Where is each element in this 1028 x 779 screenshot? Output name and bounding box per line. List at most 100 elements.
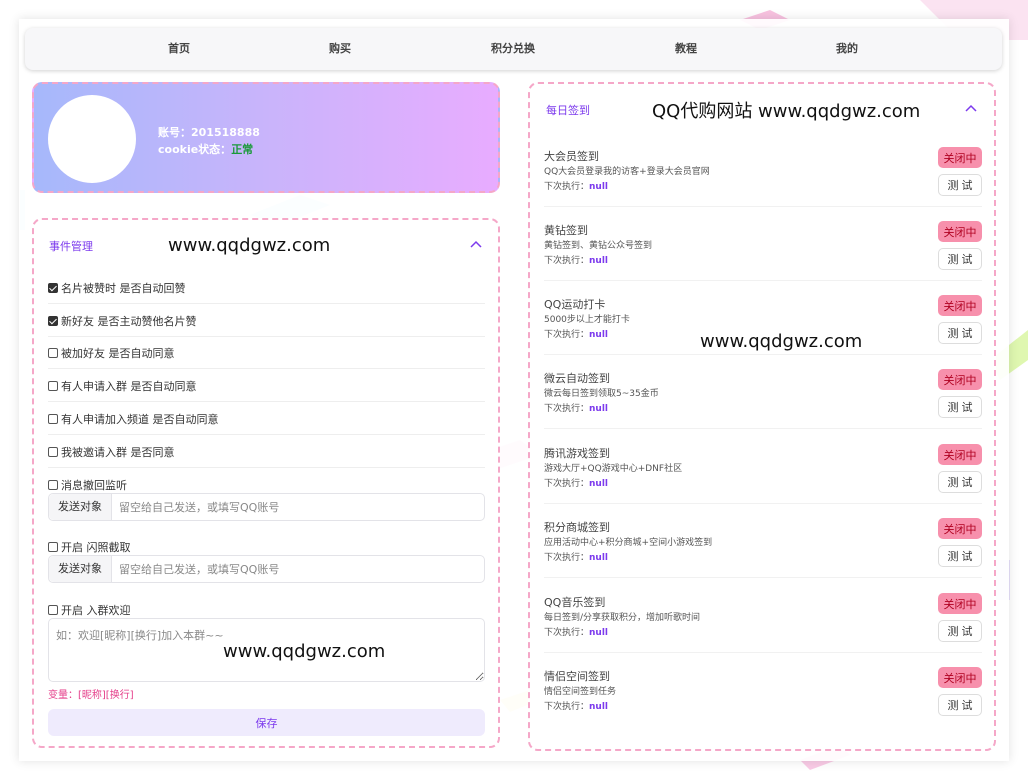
- divider: [544, 577, 982, 578]
- test-button[interactable]: 测试: [938, 471, 982, 493]
- checkbox[interactable]: [48, 347, 58, 358]
- checkbox[interactable]: [48, 480, 58, 490]
- flash-target-group: 发送对象: [48, 555, 485, 583]
- task-next-run: 下次执行：null: [544, 401, 608, 414]
- checkbox[interactable]: [48, 380, 58, 391]
- task-next-value: null: [589, 628, 608, 638]
- account-line: 账号：201518888: [158, 124, 260, 140]
- task-next-run: 下次执行：null: [544, 253, 608, 266]
- task-name: 情侣空间签到: [544, 670, 610, 683]
- task-next-value: null: [589, 404, 608, 414]
- task-next-label: 下次执行：: [544, 702, 590, 712]
- option-auto-accept-group-join[interactable]: 有人申请入群 是否自动同意: [48, 370, 485, 402]
- task-next-run: 下次执行：null: [544, 179, 608, 192]
- option-auto-like-back[interactable]: 名片被赞时 是否自动回赞: [48, 272, 485, 304]
- test-button[interactable]: 测试: [938, 174, 982, 196]
- toggle-status-button[interactable]: 关闭中: [938, 518, 982, 539]
- nav-home[interactable]: 首页: [168, 28, 190, 70]
- divider: [544, 652, 982, 653]
- task-next-label: 下次执行：: [544, 553, 590, 563]
- nav-buy[interactable]: 购买: [329, 28, 351, 70]
- chevron-up-icon[interactable]: [469, 239, 483, 249]
- task-name: 大会员签到: [544, 150, 599, 163]
- save-button[interactable]: 保存: [48, 709, 485, 736]
- task-next-run: 下次执行：null: [544, 625, 608, 638]
- option-auto-accept-channel-join[interactable]: 有人申请加入频道 是否自动同意: [48, 403, 485, 435]
- checkbox[interactable]: [48, 605, 58, 615]
- task-description: 5000步以上才能打卡: [544, 315, 630, 325]
- checkbox-checked[interactable]: [48, 315, 58, 326]
- flash-target-label: 发送对象: [49, 556, 112, 582]
- recall-target-group: 发送对象: [48, 493, 485, 521]
- task-next-value: null: [589, 479, 608, 489]
- task-next-label: 下次执行：: [544, 479, 590, 489]
- option-like-new-friend[interactable]: 新好友 是否主动赞他名片赞: [48, 305, 485, 337]
- task-next-label: 下次执行：: [544, 404, 590, 414]
- checkbox-checked[interactable]: [48, 282, 58, 293]
- task-next-label: 下次执行：: [544, 256, 590, 266]
- test-button[interactable]: 测试: [938, 545, 982, 567]
- task-next-value: null: [589, 702, 608, 712]
- option-auto-accept-friend[interactable]: 被加好友 是否自动同意: [48, 337, 485, 369]
- task-description: 每日签到/分享获取积分，增加听歌时间: [544, 613, 701, 623]
- variables-hint: 变量：[昵称][换行]: [48, 690, 134, 701]
- task-next-label: 下次执行：: [544, 628, 590, 638]
- task-name: QQ音乐签到: [544, 596, 606, 609]
- event-management-card: 事件管理 名片被赞时 是否自动回赞 新好友 是否主动赞他名片赞 被加好友 是否自…: [32, 218, 500, 748]
- checkbox[interactable]: [48, 542, 58, 552]
- task-next-run: 下次执行：null: [544, 550, 608, 563]
- watermark-text: www.qqdgwz.com: [223, 641, 386, 662]
- top-nav: 首页 购买 积分兑换 教程 我的: [25, 28, 1002, 70]
- task-name: 腾讯游戏签到: [544, 447, 610, 460]
- toggle-status-button[interactable]: 关闭中: [938, 444, 982, 465]
- account-label: 账号：: [158, 126, 191, 139]
- cookie-status-line: cookie状态：正常: [158, 141, 253, 157]
- nav-mine[interactable]: 我的: [836, 28, 858, 70]
- task-next-value: null: [589, 330, 608, 340]
- task-next-value: null: [589, 256, 608, 266]
- test-button[interactable]: 测试: [938, 248, 982, 270]
- task-next-value: null: [589, 182, 608, 192]
- watermark-text: www.qqdgwz.com: [700, 331, 863, 352]
- nav-points-exchange[interactable]: 积分兑换: [491, 28, 535, 70]
- option-accept-group-invite[interactable]: 我被邀请入群 是否同意: [48, 436, 485, 468]
- task-description: 应用活动中心+积分商城+空间小游戏签到: [544, 538, 713, 548]
- divider: [544, 428, 982, 429]
- flash-target-input[interactable]: [112, 556, 484, 582]
- task-description: QQ大会员登录我的访客+登录大会员官网: [544, 167, 710, 177]
- test-button[interactable]: 测试: [938, 322, 982, 344]
- task-name: 黄钻签到: [544, 224, 588, 237]
- recall-target-label: 发送对象: [49, 494, 112, 520]
- test-button[interactable]: 测试: [938, 620, 982, 642]
- event-management-title: 事件管理: [49, 240, 93, 253]
- recall-target-input[interactable]: [112, 494, 484, 520]
- test-button[interactable]: 测试: [938, 396, 982, 418]
- task-row: 大会员签到 QQ大会员登录我的访客+登录大会员官网 下次执行：null 关闭中测试: [544, 147, 982, 218]
- checkbox[interactable]: [48, 446, 58, 457]
- task-row: 积分商城签到 应用活动中心+积分商城+空间小游戏签到 下次执行：null 关闭中 测试: [544, 518, 982, 589]
- toggle-status-button[interactable]: 关闭中: [938, 147, 982, 168]
- toggle-status-button[interactable]: 关闭中: [938, 593, 982, 614]
- task-next-run: 下次执行：null: [544, 327, 608, 340]
- chevron-up-icon[interactable]: [964, 103, 978, 113]
- profile-card: 账号：201518888 cookie状态：正常: [32, 82, 500, 193]
- daily-signin-title: 每日签到: [546, 104, 590, 117]
- toggle-status-button[interactable]: 关闭中: [938, 295, 982, 316]
- toggle-status-button[interactable]: 关闭中: [938, 221, 982, 242]
- divider: [544, 206, 982, 207]
- toggle-status-button[interactable]: 关闭中: [938, 369, 982, 390]
- nav-tutorial[interactable]: 教程: [675, 28, 697, 70]
- task-description: 微云每日签到领取5~35金币: [544, 389, 659, 399]
- task-row: 微云自动签到 微云每日签到领取5~35金币 下次执行：null 关闭中 测试: [544, 369, 982, 440]
- checkbox[interactable]: [48, 413, 58, 424]
- task-row: 腾讯游戏签到游戏大厅+QQ游戏中心+DNF社区 下次执行：null 关闭中测试: [544, 444, 982, 515]
- divider: [544, 503, 982, 504]
- task-description: 情侣空间签到任务: [544, 687, 617, 697]
- watermark-text: QQ代购网站 www.qqdgwz.com: [652, 101, 921, 122]
- toggle-status-button[interactable]: 关闭中: [938, 667, 982, 688]
- test-button[interactable]: 测试: [938, 694, 982, 716]
- daily-signin-card: 每日签到 大会员签到 QQ大会员登录我的访客+登录大会员官网 下次执行：null 关闭…: [528, 82, 996, 751]
- avatar: [48, 95, 136, 183]
- task-name: QQ运动打卡: [544, 298, 606, 311]
- task-description: 游戏大厅+QQ游戏中心+DNF社区: [544, 464, 683, 474]
